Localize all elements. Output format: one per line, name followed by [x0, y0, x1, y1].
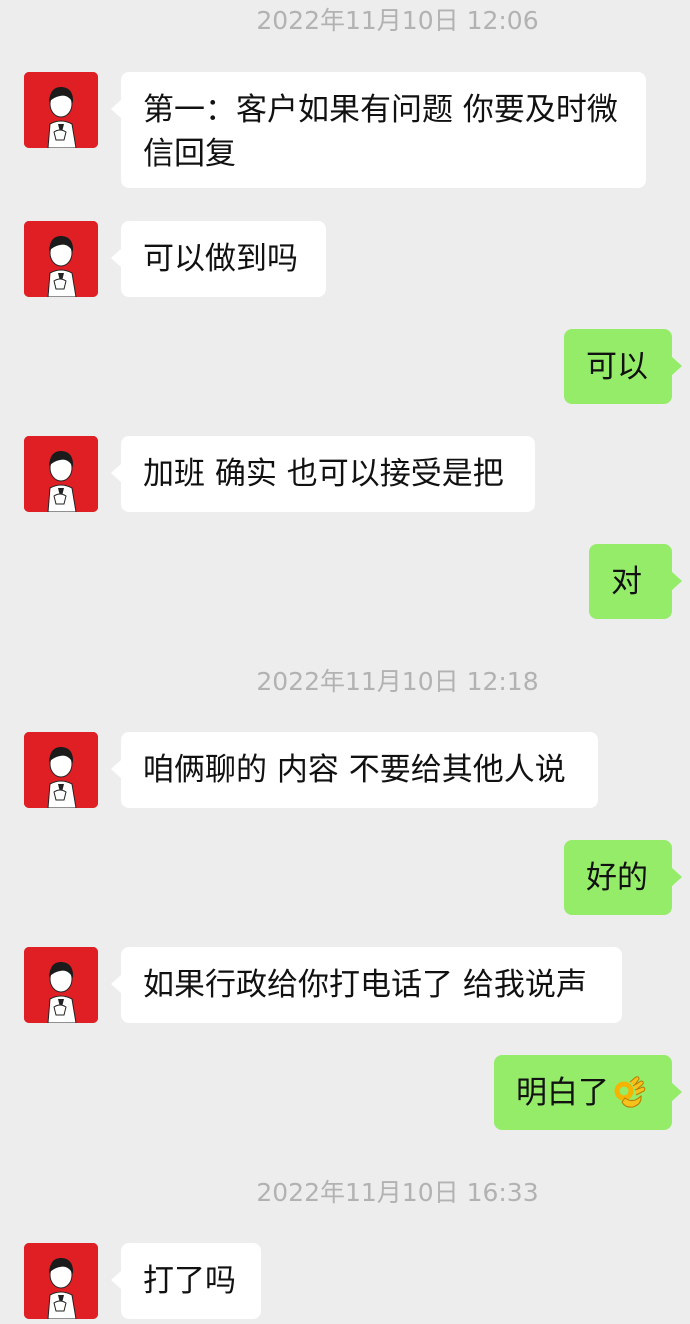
contact-avatar[interactable] — [24, 436, 98, 512]
message-text: 好的 — [586, 860, 648, 896]
incoming-message-bubble[interactable]: 咱俩聊的 内容 不要给其他人说 — [111, 732, 598, 808]
avatar-illustration-icon — [24, 1243, 98, 1319]
ok-hand-emoji-icon — [614, 1076, 646, 1108]
contact-avatar[interactable] — [24, 947, 98, 1023]
contact-avatar[interactable] — [24, 72, 98, 148]
incoming-message-bubble[interactable]: 第一：客户如果有问题 你要及时微信回复 — [111, 72, 646, 188]
contact-avatar[interactable] — [24, 1243, 98, 1319]
contact-avatar[interactable] — [24, 732, 98, 808]
avatar-illustration-icon — [24, 221, 98, 297]
outgoing-message-bubble[interactable]: 好的 — [564, 840, 682, 915]
message-text: 咱俩聊的 内容 不要给其他人说 — [143, 752, 566, 788]
timestamp: 2022年11月10日 16:33 — [256, 1178, 539, 1207]
message-text: 如果行政给你打电话了 给我说声 — [143, 967, 587, 1003]
outgoing-message-bubble[interactable]: 明白了 — [494, 1055, 682, 1130]
message-text: 明白了 — [516, 1075, 609, 1111]
avatar-illustration-icon — [24, 72, 98, 148]
chat-history[interactable]: 2022年11月10日 12:06 第一：客户如果有问题 你要及时微信回复 可以… — [0, 0, 690, 1324]
avatar-illustration-icon — [24, 732, 98, 808]
incoming-message-bubble[interactable]: 可以做到吗 — [111, 221, 326, 297]
message-text: 加班 确实 也可以接受是把 — [143, 456, 504, 492]
incoming-message-bubble[interactable]: 如果行政给你打电话了 给我说声 — [111, 947, 622, 1023]
message-text: 打了吗 — [143, 1263, 236, 1299]
message-text: 可以 — [586, 349, 648, 385]
timestamp: 2022年11月10日 12:06 — [256, 6, 539, 35]
message-text: 第一：客户如果有问题 你要及时微信回复 — [143, 92, 618, 172]
contact-avatar[interactable] — [24, 221, 98, 297]
avatar-illustration-icon — [24, 947, 98, 1023]
incoming-message-bubble[interactable]: 打了吗 — [111, 1243, 261, 1319]
message-text: 可以做到吗 — [143, 241, 298, 277]
incoming-message-bubble[interactable]: 加班 确实 也可以接受是把 — [111, 436, 535, 512]
timestamp: 2022年11月10日 12:18 — [256, 667, 539, 696]
message-text: 对 — [611, 564, 642, 600]
outgoing-message-bubble[interactable]: 对 — [589, 544, 682, 619]
outgoing-message-bubble[interactable]: 可以 — [564, 329, 682, 404]
avatar-illustration-icon — [24, 436, 98, 512]
